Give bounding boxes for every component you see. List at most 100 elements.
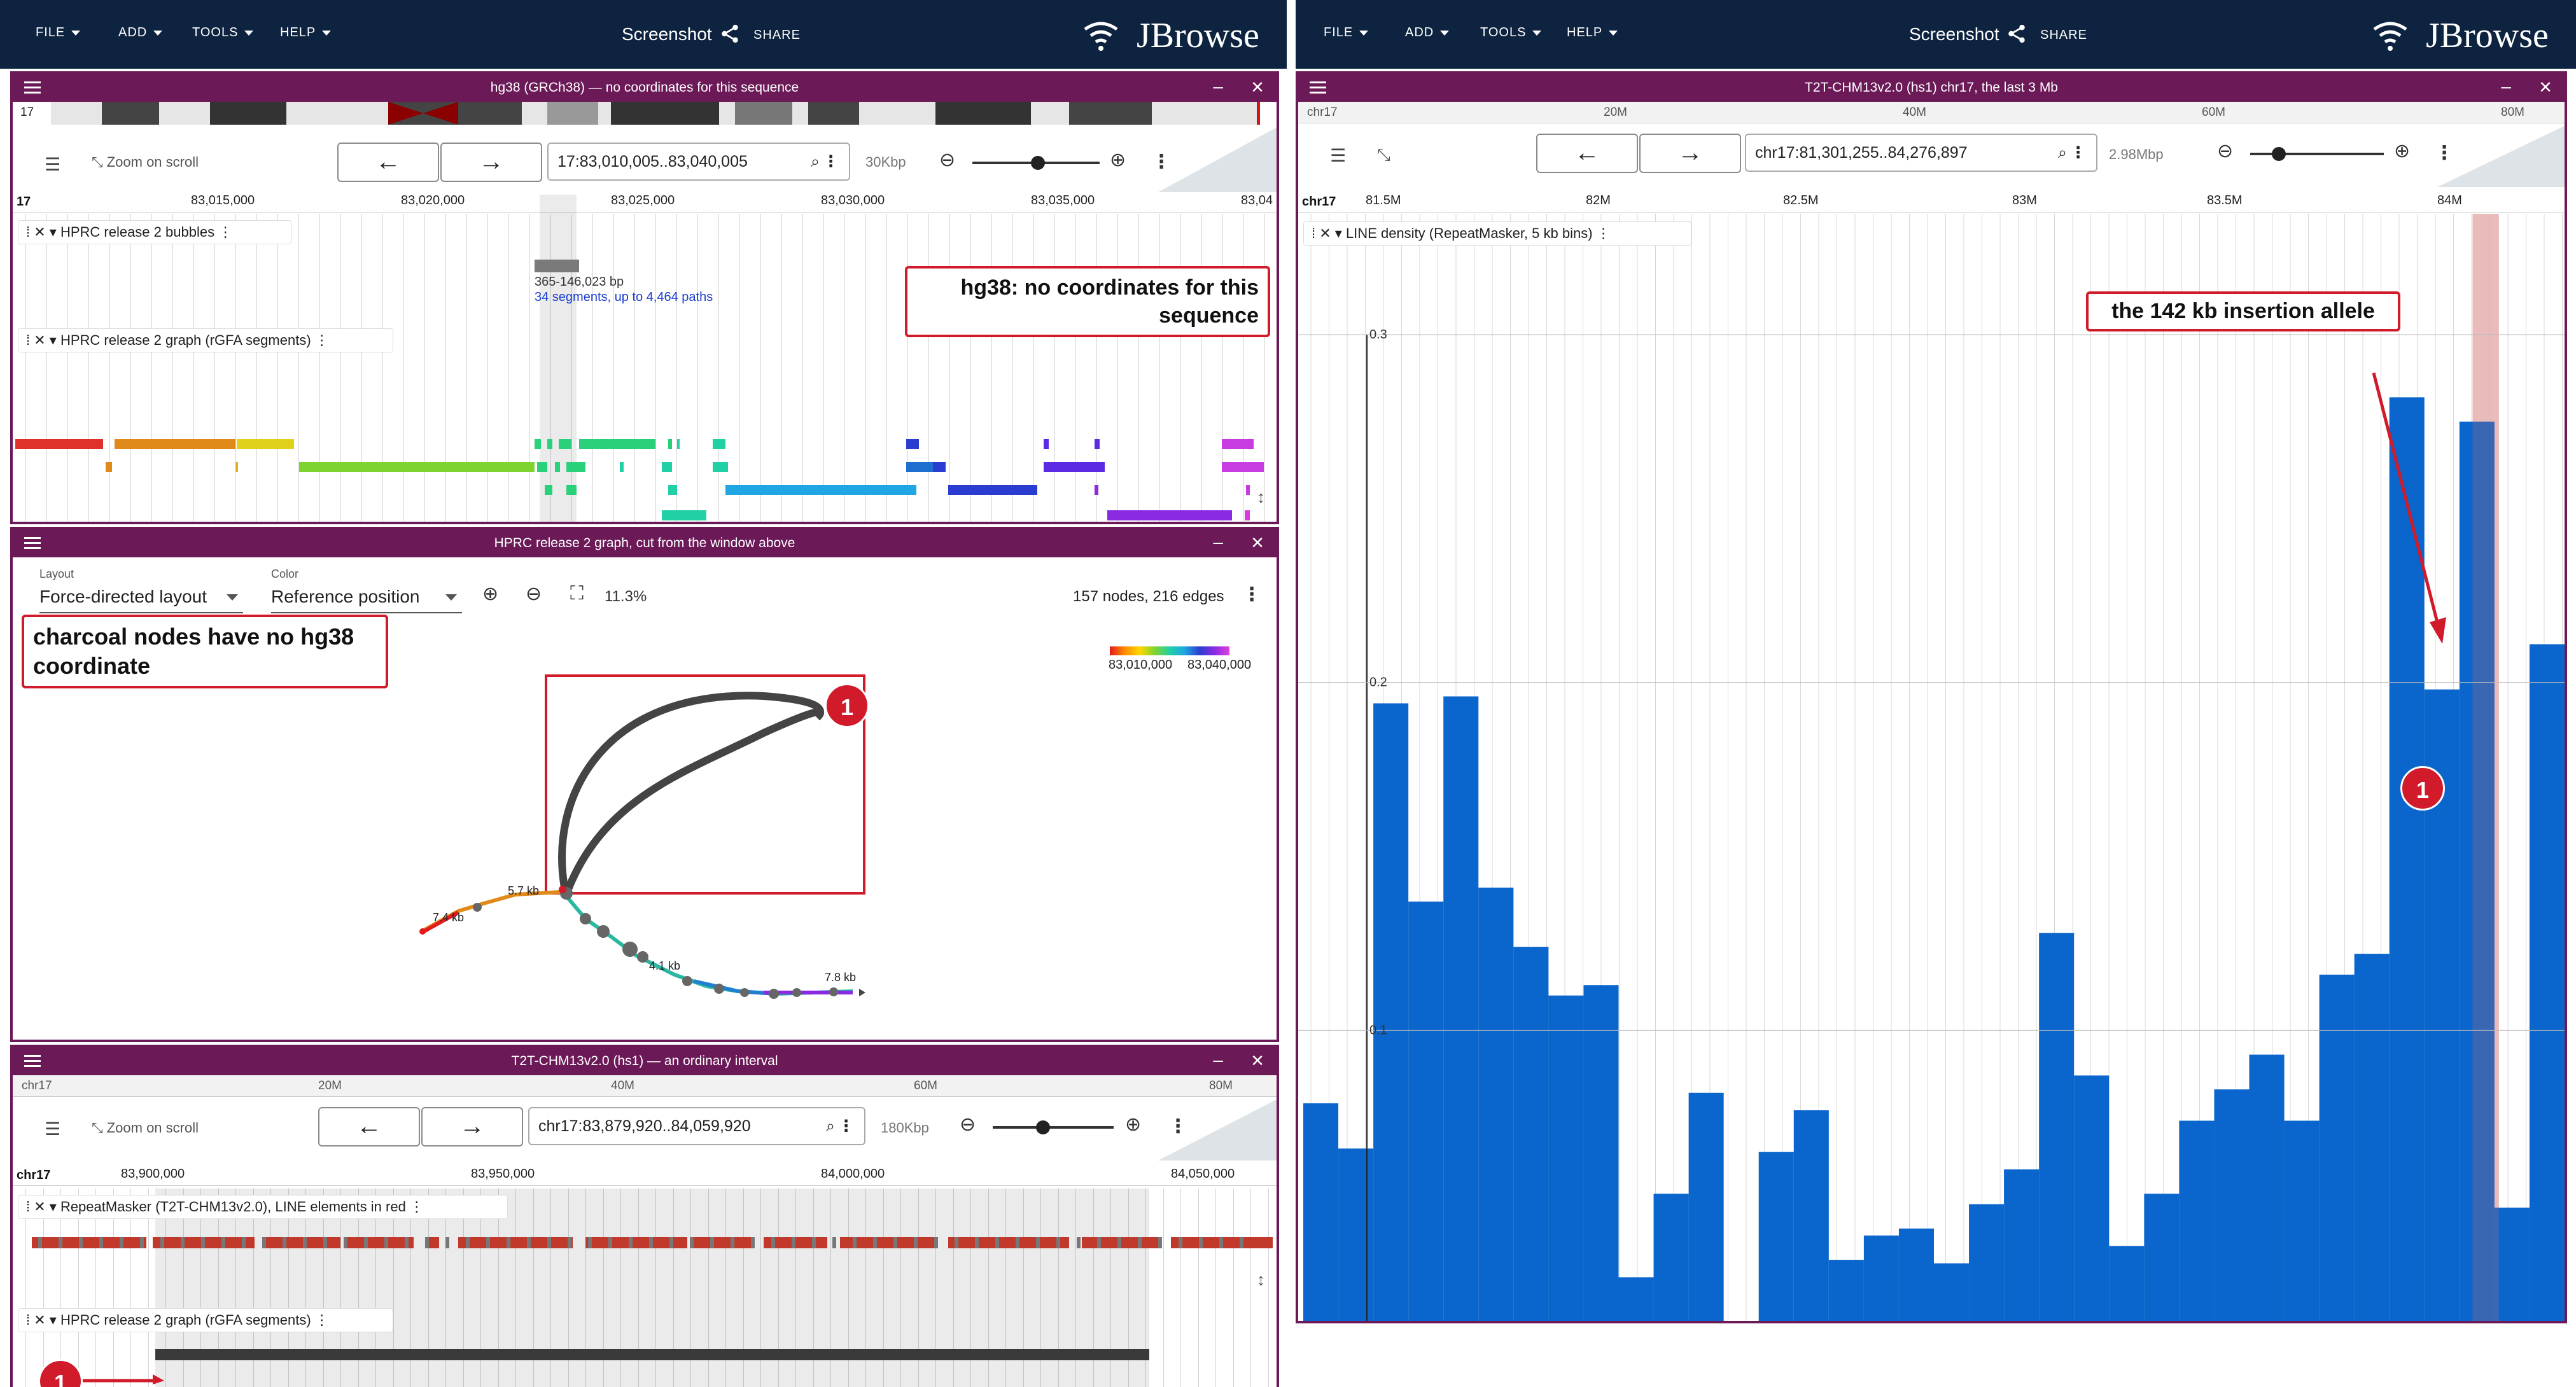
- repeat-feature-other[interactable]: [1036, 1237, 1040, 1248]
- repeat-feature-other[interactable]: [323, 1237, 327, 1248]
- density-bar[interactable]: [1478, 888, 1514, 1323]
- density-bar[interactable]: [1338, 1148, 1374, 1323]
- pan-right-button[interactable]: →: [440, 143, 542, 182]
- rgfa-segment[interactable]: [1222, 439, 1254, 449]
- repeat-feature-other[interactable]: [792, 1237, 795, 1248]
- chromosome-overview[interactable]: chr17 20M 40M 60M 80M: [13, 1075, 1277, 1097]
- help-menu[interactable]: HELP: [280, 25, 332, 40]
- close-icon[interactable]: ×: [1251, 76, 1264, 98]
- repeat-feature-other[interactable]: [303, 1237, 307, 1248]
- pan-left-button[interactable]: ←: [1536, 134, 1638, 173]
- density-bar[interactable]: [2074, 1075, 2110, 1323]
- density-bar[interactable]: [2004, 1169, 2040, 1323]
- repeat-feature-other[interactable]: [59, 1237, 62, 1248]
- rgfa-segment[interactable]: [620, 462, 624, 472]
- repeat-feature-other[interactable]: [873, 1237, 877, 1248]
- file-menu[interactable]: FILE: [36, 25, 81, 40]
- repeat-feature-other[interactable]: [955, 1237, 958, 1248]
- rgfa-segment[interactable]: [545, 485, 552, 495]
- location-menu-icon[interactable]: ⋮: [2070, 135, 2086, 171]
- rgfa-segment[interactable]: [555, 462, 560, 472]
- rgfa-segment[interactable]: [1245, 510, 1250, 520]
- repeat-feature-other[interactable]: [547, 1237, 551, 1248]
- rgfa-segment[interactable]: [662, 510, 706, 520]
- repeat-feature-other[interactable]: [568, 1237, 571, 1248]
- density-bar[interactable]: [1653, 1194, 1689, 1323]
- repeat-feature-other[interactable]: [1097, 1237, 1101, 1248]
- repeat-feature-other[interactable]: [1016, 1237, 1019, 1248]
- repeat-feature-other[interactable]: [1179, 1237, 1182, 1248]
- density-bar[interactable]: [1548, 995, 1584, 1323]
- help-menu[interactable]: HELP: [1567, 25, 1618, 40]
- repeat-feature-other[interactable]: [975, 1237, 979, 1248]
- rgfa-segment[interactable]: [1246, 485, 1250, 495]
- rgfa-segment[interactable]: [299, 462, 535, 472]
- repeat-feature-other[interactable]: [853, 1237, 857, 1248]
- track-selector-icon[interactable]: ☰: [1330, 145, 1346, 166]
- rgfa-segment[interactable]: [713, 462, 728, 472]
- repeat-feature[interactable]: [458, 1237, 573, 1248]
- density-bar[interactable]: [2529, 644, 2565, 1323]
- search-icon[interactable]: ⌕: [826, 1108, 835, 1144]
- track-selector-icon[interactable]: ☰: [45, 154, 60, 175]
- share-icon[interactable]: [719, 23, 741, 45]
- rgfa-segment[interactable]: [235, 462, 238, 472]
- rgfa-segment[interactable]: [1095, 439, 1100, 449]
- repeat-feature-other[interactable]: [466, 1237, 470, 1248]
- density-bar[interactable]: [2109, 1246, 2145, 1323]
- rgfa-segment[interactable]: [237, 439, 294, 449]
- repeat-feature-other[interactable]: [1138, 1237, 1142, 1248]
- repeat-feature-other[interactable]: [384, 1237, 388, 1248]
- density-bar[interactable]: [1303, 1103, 1339, 1323]
- repeat-feature-other[interactable]: [1199, 1237, 1203, 1248]
- density-bar[interactable]: [1443, 696, 1479, 1323]
- add-menu[interactable]: ADD: [118, 25, 163, 40]
- view-menu-icon[interactable]: ⋮: [1168, 1117, 1187, 1136]
- view-menu-icon[interactable]: ⋮: [2435, 144, 2454, 163]
- density-bar[interactable]: [2319, 974, 2355, 1323]
- density-bar[interactable]: [1408, 902, 1444, 1323]
- zoom-slider-handle[interactable]: [1036, 1120, 1050, 1134]
- density-bar[interactable]: [2284, 1120, 2320, 1323]
- minimize-icon[interactable]: –: [2501, 76, 2511, 97]
- minimize-icon[interactable]: –: [1213, 76, 1223, 97]
- density-bar[interactable]: [1863, 1235, 1899, 1323]
- rgfa-segment[interactable]: [668, 439, 672, 449]
- repeat-feature[interactable]: [344, 1237, 414, 1248]
- repeat-feature-other[interactable]: [588, 1237, 592, 1248]
- search-icon[interactable]: ⌕: [811, 144, 820, 179]
- track-header-rgfa[interactable]: ⁞ ✕ ▾ HPRC release 2 graph (rGFA segment…: [18, 328, 393, 352]
- location-menu-icon[interactable]: ⋮: [838, 1108, 854, 1144]
- zoom-out-icon[interactable]: ⊖: [2217, 140, 2233, 162]
- file-menu[interactable]: FILE: [1324, 25, 1369, 40]
- repeat-feature-other[interactable]: [690, 1237, 694, 1248]
- rgfa-segment[interactable]: [106, 462, 112, 472]
- density-bar[interactable]: [1828, 1260, 1864, 1323]
- rgfa-segment[interactable]: [1044, 439, 1049, 449]
- rgfa-segment[interactable]: [1095, 462, 1098, 472]
- zoom-in-icon[interactable]: ⊕: [2394, 140, 2410, 162]
- repeat-feature[interactable]: [264, 1237, 340, 1248]
- repeat-feature-other[interactable]: [1117, 1237, 1121, 1248]
- pan-left-button[interactable]: ←: [318, 1107, 420, 1147]
- search-icon[interactable]: ⌕: [2058, 135, 2067, 171]
- repeat-feature-other[interactable]: [934, 1237, 938, 1248]
- repeat-feature-other[interactable]: [445, 1237, 449, 1248]
- rgfa-segment[interactable]: [15, 439, 103, 449]
- rgfa-segment[interactable]: [713, 439, 725, 449]
- density-bar[interactable]: [2039, 933, 2075, 1323]
- repeat-feature-other[interactable]: [527, 1237, 531, 1248]
- repeat-feature-other[interactable]: [140, 1237, 144, 1248]
- repeat-feature-other[interactable]: [344, 1237, 347, 1248]
- share-button[interactable]: SHARE: [753, 28, 801, 43]
- zoom-on-scroll-toggle[interactable]: ⤡ Zoom on scroll: [92, 154, 199, 171]
- repeat-feature-other[interactable]: [1077, 1237, 1081, 1248]
- bubble-feature[interactable]: [535, 260, 579, 272]
- zoom-on-scroll-toggle[interactable]: ⤡ Zoom on scroll: [92, 1120, 199, 1136]
- zoom-slider[interactable]: [2250, 153, 2384, 155]
- rgfa-segment[interactable]: [559, 439, 571, 449]
- repeat-feature-other[interactable]: [160, 1237, 164, 1248]
- density-bar[interactable]: [1583, 985, 1619, 1323]
- repeat-feature-other[interactable]: [731, 1237, 734, 1248]
- repeat-feature-other[interactable]: [201, 1237, 205, 1248]
